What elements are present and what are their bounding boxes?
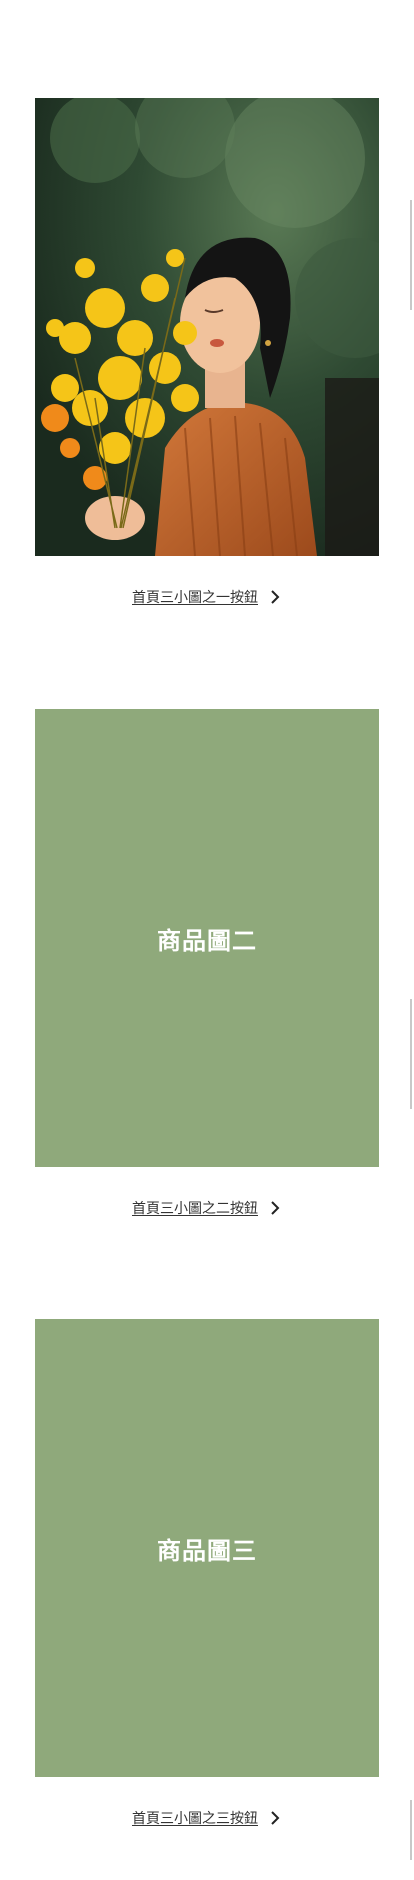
product-image-label: 商品圖二	[157, 925, 257, 955]
product-link-label[interactable]: 首頁三小圖之一按鈕	[132, 587, 258, 607]
chevron-right-icon[interactable]	[268, 1200, 282, 1216]
product-link-label[interactable]: 首頁三小圖之二按鈕	[132, 1198, 258, 1218]
product-card-2[interactable]: 商品圖二	[35, 709, 379, 1167]
product-link-1[interactable]: 首頁三小圖之一按鈕	[0, 585, 414, 609]
product-card-1[interactable]	[35, 98, 379, 556]
product-image-placeholder-2[interactable]: 商品圖二	[35, 709, 379, 1167]
product-card-3[interactable]: 商品圖三	[35, 1319, 379, 1777]
product-link-label[interactable]: 首頁三小圖之三按鈕	[132, 1808, 258, 1828]
product-link-3[interactable]: 首頁三小圖之三按鈕	[0, 1806, 414, 1830]
product-image-label: 商品圖三	[157, 1535, 257, 1565]
scroll-indicator	[410, 1800, 412, 1860]
chevron-right-icon[interactable]	[268, 1810, 282, 1826]
chevron-right-icon[interactable]	[268, 589, 282, 605]
product-link-2[interactable]: 首頁三小圖之二按鈕	[0, 1196, 414, 1220]
scroll-indicator	[410, 999, 412, 1109]
product-photo-1[interactable]	[35, 98, 379, 556]
product-image-placeholder-3[interactable]: 商品圖三	[35, 1319, 379, 1777]
scroll-indicator	[410, 200, 412, 310]
